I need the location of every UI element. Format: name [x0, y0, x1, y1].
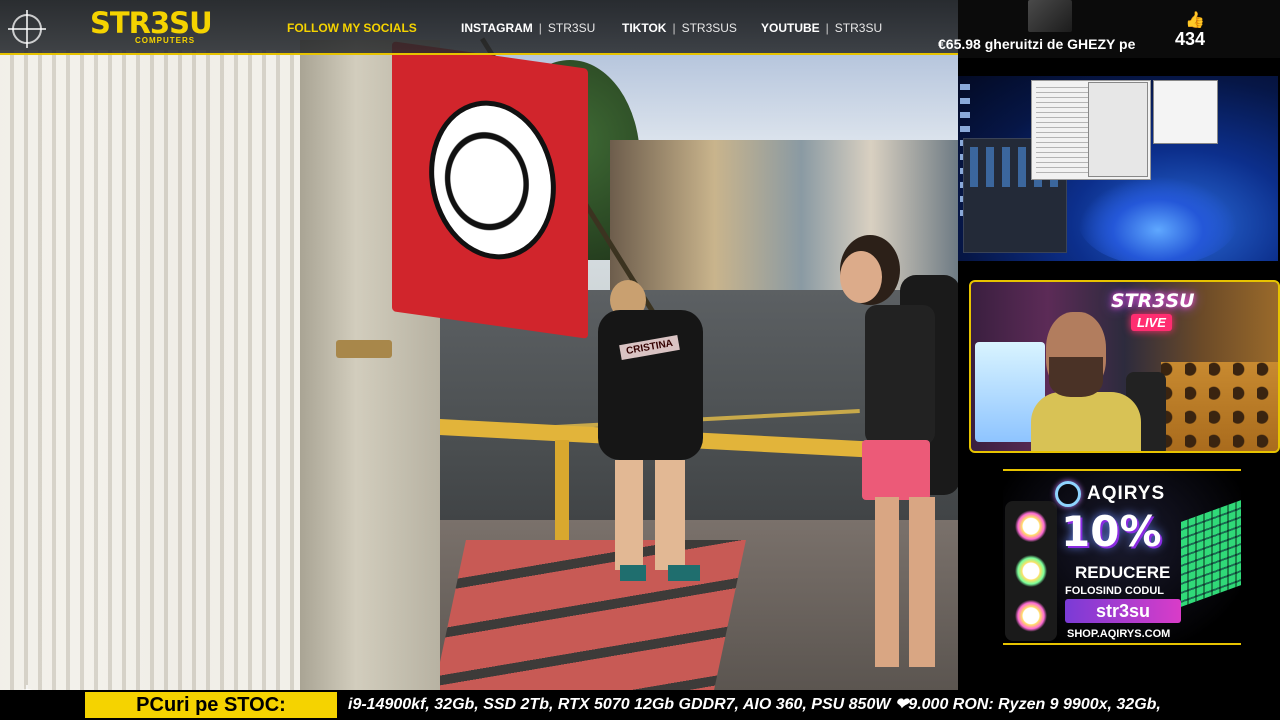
thumbs-up-icon: 👍 [1185, 12, 1205, 29]
gate-latch [336, 340, 392, 358]
logo-main-text: STR3SU [90, 6, 213, 40]
social-youtube: YOUTUBE | STR3SU [761, 21, 883, 35]
top-bar: STR3SU COMPUTERS FOLLOW MY SOCIALS INSTA… [0, 0, 958, 55]
streamer-webcam: STR3SU LIVE [969, 280, 1280, 453]
backpack [598, 310, 703, 460]
person-with-flag: CRISTINA [590, 270, 703, 590]
person-smiling [830, 235, 958, 690]
rgb-fans [1005, 501, 1057, 641]
social-tiktok: TIKTOK | STR3SUS [622, 21, 737, 35]
ticker-label: PCuri pe STOC: [85, 692, 337, 718]
barrier-leg [555, 440, 569, 540]
neon-sign: STR3SU [1111, 290, 1195, 312]
rgb-keyboard [1181, 500, 1241, 607]
cpu-info-window [1153, 80, 1218, 144]
person-legs [875, 497, 935, 667]
windows-bloom-wallpaper [1078, 176, 1238, 261]
streamer-beard [1049, 357, 1103, 397]
social-handle: STR3SU [547, 21, 596, 35]
social-name: YOUTUBE [761, 21, 820, 35]
ad-line2: FOLOSIND CODUL [1065, 585, 1164, 597]
gate-bars [0, 50, 300, 690]
bottom-ticker: PCuri pe STOC: i9-14900kf, 32Gb, SSD 2Tb… [0, 690, 1280, 720]
leopard-cushion [1161, 362, 1278, 451]
aqirys-logo-icon [1055, 481, 1081, 507]
ad-url: SHOP.AQIRYS.COM [1067, 628, 1171, 640]
social-name: INSTAGRAM [461, 21, 533, 35]
aqirys-ad[interactable]: AQIRYS 10% REDUCERE FOLOSIND CODUL str3s… [1003, 469, 1241, 645]
follow-socials-label: FOLLOW MY SOCIALS [287, 21, 417, 35]
person-shoes [620, 565, 700, 581]
like-count: 434 [1175, 29, 1206, 49]
ticker-text: i9-14900kf, 32Gb, SSD 2Tb, RTX 5070 12Gb… [348, 696, 1161, 713]
str3su-logo: STR3SU COMPUTERS [90, 8, 240, 50]
donation-alert: €65.98 gheruitzi de GHEZY pe 👍 434 [938, 0, 1280, 58]
donation-text: €65.98 gheruitzi de GHEZY pe [938, 36, 1136, 52]
pc-desktop-capture [958, 76, 1278, 261]
streamer [1021, 312, 1141, 451]
social-instagram: INSTAGRAM | STR3SU [461, 21, 596, 35]
stream-video: CRISTINA [0, 0, 958, 690]
ad-discount: 10% [1061, 507, 1162, 556]
social-name: TIKTOK [622, 21, 667, 35]
social-handle: STR3SU [834, 21, 883, 35]
ad-line1: REDUCERE [1075, 563, 1171, 582]
right-panel: €65.98 gheruitzi de GHEZY pe 👍 434 STR3S… [938, 0, 1280, 690]
person-legs [615, 460, 685, 570]
social-handle: STR3SUS [681, 21, 737, 35]
person-face [840, 251, 882, 303]
ad-brand: AQIRYS [1087, 483, 1166, 504]
streamer-shirt [1031, 392, 1141, 451]
ad-discount-code: str3su [1065, 599, 1181, 623]
person-top [865, 305, 935, 445]
gpu-info-window [1088, 82, 1148, 177]
pink-shorts [862, 440, 930, 500]
donor-avatar [1028, 0, 1072, 32]
crosshair-icon [8, 10, 46, 48]
